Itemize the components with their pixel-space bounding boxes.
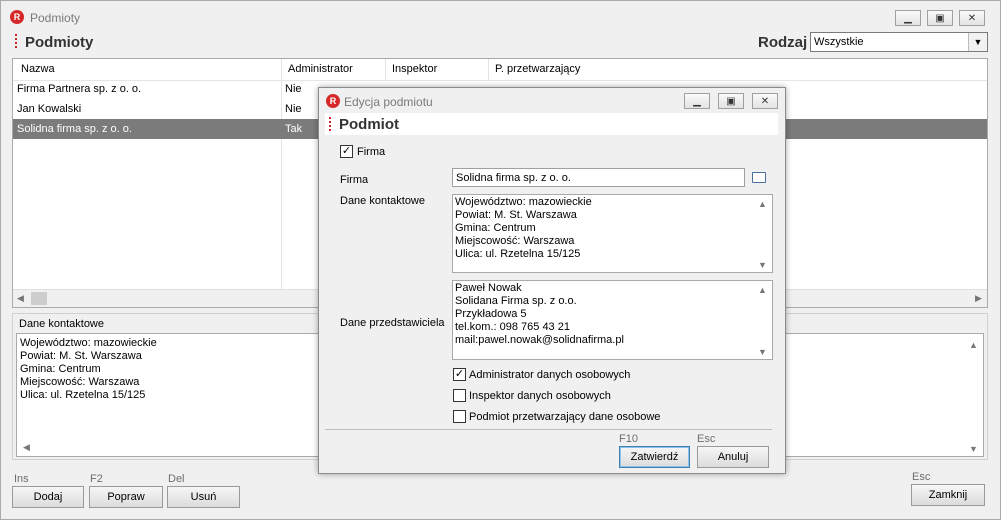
scrollbar-thumb[interactable] — [31, 292, 47, 305]
zatwierdz-shortcut: F10 — [619, 433, 638, 445]
rep-line: Przykładowa 5 — [455, 308, 527, 320]
row-name: Solidna firma sp. z o. o. — [17, 123, 132, 135]
maximize-icon: ▣ — [726, 95, 736, 107]
zatwierdz-button[interactable]: Zatwierdź — [619, 446, 690, 468]
zamknij-button[interactable]: Zamknij — [911, 484, 985, 506]
minimize-button[interactable]: ▁ — [895, 10, 921, 26]
main-window-title: Podmioty — [30, 11, 81, 25]
app-logo-icon: R — [10, 10, 24, 24]
scroll-up-icon[interactable]: ▲ — [758, 199, 767, 209]
anuluj-shortcut: Esc — [697, 433, 716, 445]
dialog-title: Edycja podmiotu — [344, 95, 433, 109]
przetwarzajacy-checkbox[interactable] — [453, 410, 466, 423]
usun-button[interactable]: Usuń — [167, 486, 240, 508]
contact-line: Powiat: M. St. Warszawa — [20, 350, 142, 362]
rep-label: Dane przedstawiciela — [340, 317, 445, 329]
maximize-button[interactable]: ▣ — [927, 10, 953, 26]
column-divider — [385, 59, 386, 81]
zamknij-shortcut: Esc — [912, 471, 931, 483]
rep-textarea[interactable]: Paweł Nowak Solidana Firma sp. z o.o. Pr… — [452, 280, 773, 360]
scroll-down-icon[interactable]: ▼ — [758, 347, 767, 357]
minimize-icon: ▁ — [904, 12, 912, 24]
rep-line: Solidana Firma sp. z o.o. — [455, 295, 577, 307]
row-admin: Nie — [285, 83, 302, 95]
inspektor-checkbox-label: Inspektor danych osobowych — [469, 390, 611, 402]
row-admin: Tak — [285, 123, 303, 135]
column-header-administrator[interactable]: Administrator — [288, 63, 353, 75]
scroll-up-icon[interactable]: ▲ — [758, 285, 767, 295]
scroll-left-icon[interactable]: ◀ — [17, 293, 24, 304]
column-header-inspektor[interactable]: Inspektor — [392, 63, 437, 75]
contact-line: Ulica: ul. Rzetelna 15/125 — [20, 389, 146, 401]
dialog-close-button[interactable]: ✕ — [752, 93, 778, 109]
scroll-left-icon[interactable]: ◀ — [23, 442, 30, 453]
table-header: Nazwa Administrator Inspektor P. przetwa… — [13, 59, 987, 81]
administrator-checkbox[interactable]: ✓ — [453, 368, 466, 381]
scroll-up-icon[interactable]: ▲ — [969, 340, 978, 350]
scroll-down-icon[interactable]: ▼ — [969, 444, 978, 454]
check-icon: ✓ — [341, 145, 352, 157]
contact-line: Województwo: mazowieckie — [20, 337, 157, 349]
contact-line: Ulica: ul. Rzetelna 15/125 — [455, 248, 581, 260]
rodzaj-label: Rodzaj — [758, 34, 808, 51]
row-admin: Nie — [285, 103, 302, 115]
rodzaj-select[interactable]: Wszystkie ▼ — [810, 32, 988, 52]
popraw-button[interactable]: Popraw — [89, 486, 163, 508]
rep-line: Paweł Nowak — [455, 282, 522, 294]
dialog-header: Podmiot — [325, 113, 778, 135]
row-name: Jan Kowalski — [17, 103, 82, 115]
firma-field-label: Firma — [340, 174, 369, 186]
usun-shortcut: Del — [168, 473, 185, 485]
inspektor-checkbox[interactable] — [453, 389, 466, 402]
contact-label: Dane kontaktowe — [19, 318, 104, 330]
contact-label: Dane kontaktowe — [340, 195, 425, 207]
contact-textarea[interactable]: Województwo: mazowieckie Powiat: M. St. … — [452, 194, 773, 273]
close-button[interactable]: ✕ — [959, 10, 985, 26]
scroll-right-icon[interactable]: ▶ — [975, 293, 982, 304]
app-logo-icon: R — [326, 94, 340, 108]
section-marker-icon — [329, 117, 333, 131]
contact-line: Powiat: M. St. Warszawa — [455, 209, 577, 221]
column-header-nazwa[interactable]: Nazwa — [21, 63, 55, 75]
dodaj-button[interactable]: Dodaj — [12, 486, 84, 508]
close-icon: ✕ — [967, 12, 977, 24]
dialog-section-title: Podmiot — [339, 116, 399, 133]
contact-line: Gmina: Centrum — [20, 363, 101, 375]
contact-line: Gmina: Centrum — [455, 222, 536, 234]
contact-line: Miejscowość: Warszawa — [455, 235, 575, 247]
dialog-maximize-button[interactable]: ▣ — [718, 93, 744, 109]
firma-input-value: Solidna firma sp. z o. o. — [456, 172, 571, 184]
rep-line: mail:pawel.nowak@solidnafirma.pl — [455, 334, 624, 346]
firma-checkbox-label: Firma — [357, 146, 386, 158]
scroll-down-icon[interactable]: ▼ — [758, 260, 767, 270]
close-icon: ✕ — [760, 95, 770, 107]
popraw-shortcut: F2 — [90, 473, 103, 485]
chevron-down-icon[interactable]: ▼ — [968, 33, 987, 51]
check-icon: ✓ — [454, 368, 465, 380]
section-marker-icon — [15, 34, 19, 48]
dialog-minimize-button[interactable]: ▁ — [684, 93, 710, 109]
administrator-checkbox-label: Administrator danych osobowych — [469, 369, 631, 381]
page-title: Podmioty — [25, 34, 94, 51]
folder-icon[interactable] — [752, 172, 766, 183]
rep-line: tel.kom.: 098 765 43 21 — [455, 321, 570, 333]
firma-input[interactable]: Solidna firma sp. z o. o. — [452, 168, 745, 187]
row-name: Firma Partnera sp. z o. o. — [17, 83, 142, 95]
column-header-przetwarzajacy[interactable]: P. przetwarzający — [495, 63, 580, 75]
maximize-icon: ▣ — [935, 12, 945, 24]
dodaj-shortcut: Ins — [14, 473, 29, 485]
dialog-divider — [325, 429, 772, 430]
contact-line: Miejscowość: Warszawa — [20, 376, 140, 388]
rodzaj-select-value: Wszystkie — [814, 36, 864, 48]
edit-dialog: R Edycja podmiotu ▁ ▣ ✕ Podmiot ✓ Firma … — [318, 87, 786, 474]
anuluj-button[interactable]: Anuluj — [697, 446, 769, 468]
przetwarzajacy-checkbox-label: Podmiot przetwarzający dane osobowe — [469, 411, 661, 423]
contact-line: Województwo: mazowieckie — [455, 196, 592, 208]
column-divider — [488, 59, 489, 81]
minimize-icon: ▁ — [693, 95, 701, 107]
firma-checkbox[interactable]: ✓ — [340, 145, 353, 158]
